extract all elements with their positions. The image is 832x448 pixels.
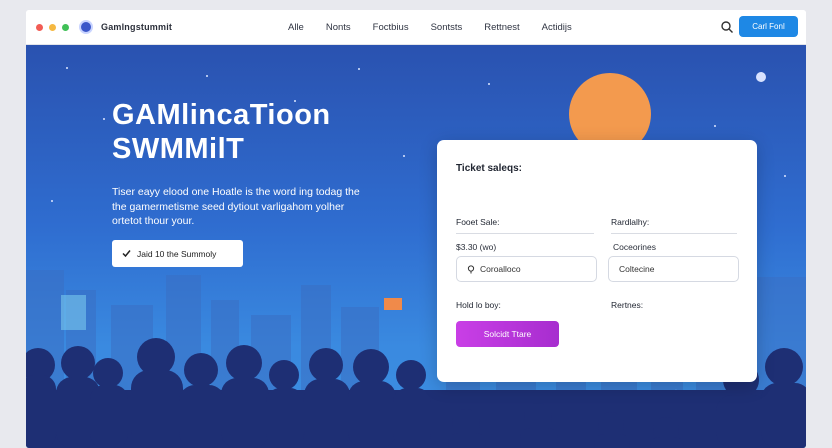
ticket-sales-card: Ticket saleqs: Fooet Sale: Rardlalhy: $3… <box>437 140 757 382</box>
minimize-dot-icon[interactable] <box>49 23 56 31</box>
page-title: GAMlincaTioon SWMMilT <box>112 98 331 166</box>
category-value: Coltecine <box>619 264 655 274</box>
ticket-price-value: $3.30 (wo) <box>456 242 497 252</box>
returns-label: Rertnes: <box>611 300 644 310</box>
divider <box>456 233 594 234</box>
main-menu: Alle Nonts Foctbius Sontsts Rettnest Act… <box>288 10 572 44</box>
window-controls <box>36 23 69 31</box>
select-ticket-button[interactable]: Solcidt Ttare <box>456 321 559 347</box>
maximize-dot-icon[interactable] <box>62 23 69 31</box>
availability-label: Rardlalhy: <box>611 217 650 227</box>
nav-item-alle[interactable]: Alle <box>288 22 304 33</box>
close-dot-icon[interactable] <box>36 23 43 31</box>
checkmark-icon <box>122 250 131 258</box>
nav-item-foctbius[interactable]: Foctbius <box>373 22 409 33</box>
ticket-sale-label: Fooet Sale: <box>456 217 500 227</box>
brand-name[interactable]: Gamlngstummit <box>101 22 172 32</box>
hero-section: GAMlincaTioon SWMMilT Tiser eayy elood o… <box>26 45 806 448</box>
categories-value: Coceorines <box>613 242 656 252</box>
ticket-card-title: Ticket saleqs: <box>456 163 522 174</box>
get-tickets-button[interactable]: Carl Fonl <box>739 16 798 37</box>
how-to-buy-label: Hold lo boy: <box>456 300 501 310</box>
join-summit-label: Jaid 10 the Summoly <box>137 248 217 259</box>
location-pin-icon <box>467 264 475 273</box>
nav-item-nonts[interactable]: Nonts <box>326 22 351 33</box>
divider <box>611 233 737 234</box>
title-line-2: SWMMilT <box>112 133 245 165</box>
orange-sign-icon <box>384 298 402 310</box>
join-summit-button[interactable]: Jaid 10 the Summoly <box>112 240 243 267</box>
nav-item-rettnest[interactable]: Rettnest <box>484 22 519 33</box>
nav-item-sontsts[interactable]: Sontsts <box>431 22 463 33</box>
ticket-type-field[interactable]: Coroalloco <box>456 256 597 282</box>
top-navbar: Gamlngstummit Alle Nonts Foctbius Sontst… <box>26 10 806 45</box>
nav-item-actidijs[interactable]: Actidijs <box>542 22 572 33</box>
browser-window: Gamlngstummit Alle Nonts Foctbius Sontst… <box>26 10 806 448</box>
title-line-1: GAMlincaTioon <box>112 99 331 131</box>
hero-subtitle: Tiser eayy elood one Hoatle is the word … <box>112 186 360 227</box>
ticket-type-value: Coroalloco <box>480 264 521 274</box>
category-field[interactable]: Coltecine <box>608 256 739 282</box>
search-icon[interactable] <box>720 20 734 34</box>
globe-logo-icon[interactable] <box>79 20 93 34</box>
